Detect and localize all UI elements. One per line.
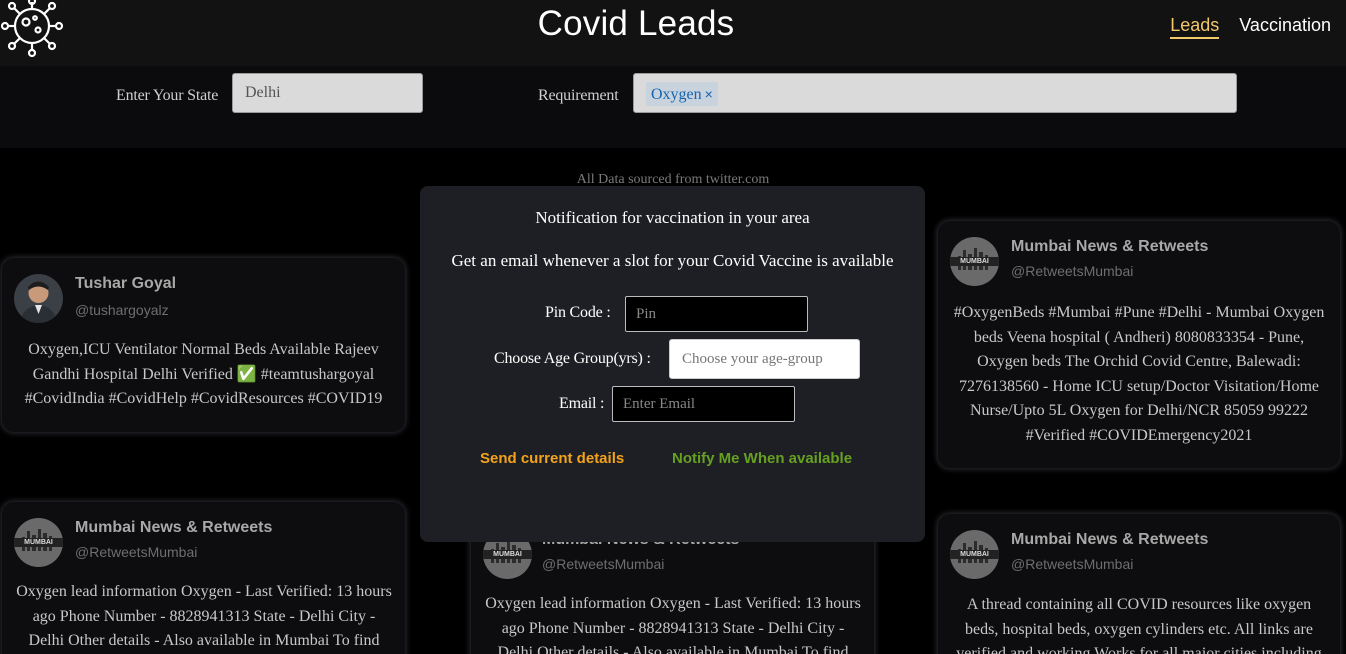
author-name: Mumbai News & Retweets xyxy=(1011,531,1209,548)
tweet-text: Oxygen lead information Oxygen - Last Ve… xyxy=(16,583,392,649)
state-label: Enter Your State xyxy=(116,87,219,104)
state-input[interactable]: Delhi xyxy=(232,73,423,113)
modal-title: Notification for vaccination in your are… xyxy=(535,208,810,227)
close-icon[interactable]: × xyxy=(705,86,713,102)
tweet-text: A thread containing all COVID resources … xyxy=(956,596,1322,654)
requirement-label: Requirement xyxy=(538,87,619,104)
age-group-select[interactable]: Choose your age-group xyxy=(669,339,860,379)
avatar: MUMBAI xyxy=(14,518,63,567)
tweet-card: MUMBAI Mumbai News & Retweets @RetweetsM… xyxy=(938,221,1340,468)
requirement-multiselect[interactable]: Oxygen × xyxy=(633,73,1237,113)
avatar: MUMBAI xyxy=(950,530,999,579)
filter-bar: Enter Your State Delhi Requirement Oxyge… xyxy=(0,66,1346,148)
requirement-chip-label: Oxygen xyxy=(651,86,702,103)
author-name: Mumbai News & Retweets xyxy=(75,519,273,536)
vaccination-notification-modal: Notification for vaccination in your are… xyxy=(420,186,925,542)
app-header: Covid Leads Leads Vaccination xyxy=(0,0,1346,66)
author-handle[interactable]: @RetweetsMumbai xyxy=(75,544,197,560)
author-handle[interactable]: @RetweetsMumbai xyxy=(542,556,664,572)
tweet-card: MUMBAI Mumbai News & Retweets @RetweetsM… xyxy=(938,514,1340,654)
tweet-text: Oxygen,ICU Ventilator Normal Beds Availa… xyxy=(24,341,383,407)
author-name: Mumbai News & Retweets xyxy=(1011,238,1209,255)
nav-vaccination[interactable]: Vaccination xyxy=(1239,15,1331,39)
tweet-text: Oxygen lead information Oxygen - Last Ve… xyxy=(485,595,861,654)
pin-code-input[interactable] xyxy=(625,296,808,332)
notify-me-button[interactable]: Notify Me When available xyxy=(672,450,852,467)
pin-code-label: Pin Code : xyxy=(545,304,611,321)
tweet-card: Tushar Goyal @tushargoyalz Oxygen,ICU Ve… xyxy=(2,258,405,432)
tweet-card: MUMBAI Mumbai News & Retweets @RetweetsM… xyxy=(2,502,405,654)
nav-leads[interactable]: Leads xyxy=(1170,15,1220,39)
avatar xyxy=(14,274,63,323)
send-current-details-button[interactable]: Send current details xyxy=(480,450,624,467)
email-input[interactable] xyxy=(612,386,795,422)
modal-subtitle: Get an email whenever a slot for your Co… xyxy=(451,251,894,270)
requirement-chip: Oxygen × xyxy=(646,82,718,106)
author-name: Tushar Goyal xyxy=(75,275,177,292)
author-handle[interactable]: @RetweetsMumbai xyxy=(1011,556,1133,572)
author-handle[interactable]: @tushargoyalz xyxy=(75,302,169,318)
author-handle[interactable]: @RetweetsMumbai xyxy=(1011,263,1133,279)
top-nav: Leads Vaccination xyxy=(1170,15,1331,39)
email-label: Email : xyxy=(559,395,605,412)
app-title: Covid Leads xyxy=(537,4,735,43)
age-group-label: Choose Age Group(yrs) : xyxy=(494,350,651,367)
avatar: MUMBAI xyxy=(950,237,999,286)
tweet-text: #OxygenBeds #Mumbai #Pune #Delhi - Mumba… xyxy=(953,304,1325,444)
